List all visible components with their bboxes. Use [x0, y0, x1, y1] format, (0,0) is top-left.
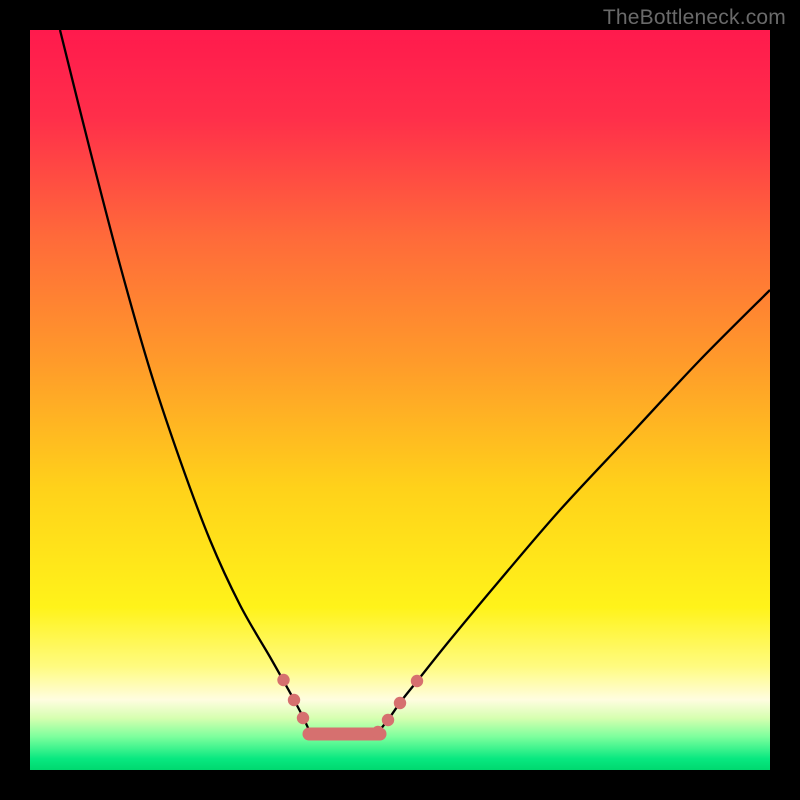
plot-svg: [30, 30, 770, 770]
plot-area: [30, 30, 770, 770]
marker-point: [297, 712, 309, 724]
attribution-label: TheBottleneck.com: [603, 6, 786, 30]
marker-point: [411, 675, 423, 687]
marker-point: [288, 694, 300, 706]
chart-stage: TheBottleneck.com: [0, 0, 800, 800]
marker-point: [394, 697, 406, 709]
marker-point: [277, 674, 289, 686]
marker-point: [372, 726, 384, 738]
gradient-background: [30, 30, 770, 770]
marker-point: [382, 714, 394, 726]
